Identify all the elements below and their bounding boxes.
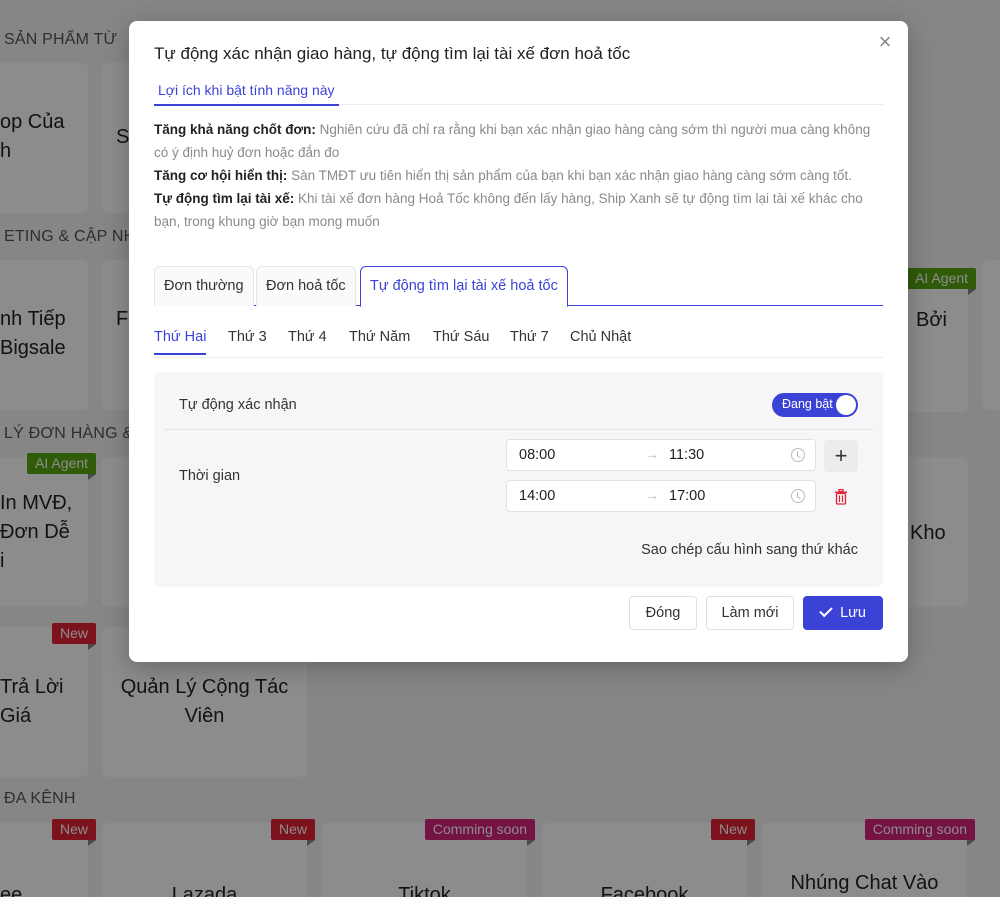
benefit-tab-bar: Lợi ích khi bật tính năng này bbox=[154, 79, 883, 106]
clock-icon bbox=[791, 448, 805, 462]
tab-auto-find-driver[interactable]: Tự động tìm lại tài xế hoả tốc bbox=[360, 266, 568, 307]
auto-confirm-label: Tự động xác nhận bbox=[179, 397, 297, 413]
modal-title: Tự động xác nhận giao hàng, tự động tìm … bbox=[154, 44, 631, 63]
save-button[interactable]: Lưu bbox=[803, 596, 883, 630]
benefit-label: Tự động tìm lại tài xế: bbox=[154, 191, 295, 206]
arrow-right-icon: → bbox=[645, 487, 659, 503]
close-button[interactable]: Đóng bbox=[629, 596, 697, 630]
check-icon bbox=[819, 603, 833, 618]
time-range-picker[interactable]: 14:00 → 17:00 bbox=[506, 480, 816, 512]
schedule-panel: Tự động xác nhận Đang bật Thời gian 08:0… bbox=[154, 372, 883, 587]
tab-benefits[interactable]: Lợi ích khi bật tính năng này bbox=[154, 79, 339, 106]
tab-sunday[interactable]: Chủ Nhật bbox=[570, 329, 631, 353]
benefit-label: Tăng khả năng chốt đơn: bbox=[154, 122, 316, 137]
settings-modal: Tự động xác nhận giao hàng, tự động tìm … bbox=[129, 21, 908, 662]
tab-express-order[interactable]: Đơn hoả tốc bbox=[256, 266, 356, 306]
time-range-picker[interactable]: 08:00 → 11:30 bbox=[506, 439, 816, 471]
tab-monday[interactable]: Thứ Hai bbox=[154, 329, 207, 355]
toggle-label: Đang bật bbox=[782, 397, 833, 411]
tab-thursday[interactable]: Thứ Năm bbox=[349, 329, 410, 353]
copy-config-link[interactable]: Sao chép cấu hình sang thứ khác bbox=[641, 542, 858, 558]
tab-wednesday[interactable]: Thứ 4 bbox=[288, 329, 327, 353]
weekday-tabs: Thứ Hai Thứ 3 Thứ 4 Thứ Năm Thứ Sáu Thứ … bbox=[154, 322, 883, 358]
tab-friday[interactable]: Thứ Sáu bbox=[433, 329, 489, 353]
benefit-item: Tăng cơ hội hiển thị: Sàn TMĐT ưu tiên h… bbox=[154, 164, 879, 187]
benefit-text: Sàn TMĐT ưu tiên hiển thị sản phẩm của b… bbox=[287, 168, 852, 183]
divider bbox=[164, 429, 873, 430]
auto-confirm-toggle[interactable]: Đang bật bbox=[772, 393, 858, 417]
close-icon[interactable]: × bbox=[876, 31, 894, 53]
end-time[interactable]: 11:30 bbox=[669, 447, 704, 463]
benefit-item: Tăng khả năng chốt đơn: Nghiên cứu đã ch… bbox=[154, 118, 879, 164]
trash-icon[interactable] bbox=[834, 489, 848, 505]
tab-normal-order[interactable]: Đơn thường bbox=[154, 266, 254, 306]
end-time[interactable]: 17:00 bbox=[669, 488, 705, 504]
tab-tuesday[interactable]: Thứ 3 bbox=[228, 329, 267, 353]
tab-saturday[interactable]: Thứ 7 bbox=[510, 329, 549, 353]
clock-icon bbox=[791, 489, 805, 503]
toggle-knob bbox=[836, 395, 856, 415]
save-label: Lưu bbox=[840, 605, 866, 621]
start-time[interactable]: 08:00 bbox=[519, 447, 555, 463]
time-label: Thời gian bbox=[179, 468, 241, 484]
start-time[interactable]: 14:00 bbox=[519, 488, 555, 504]
order-type-tabs: Đơn thường Đơn hoả tốc Tự động tìm lại t… bbox=[154, 266, 883, 307]
benefits-list: Tăng khả năng chốt đơn: Nghiên cứu đã ch… bbox=[154, 118, 879, 233]
refresh-button[interactable]: Làm mới bbox=[706, 596, 794, 630]
add-time-range-button[interactable]: + bbox=[824, 440, 858, 472]
arrow-right-icon: → bbox=[645, 446, 659, 462]
benefit-label: Tăng cơ hội hiển thị: bbox=[154, 168, 288, 183]
benefit-item: Tự động tìm lại tài xế: Khi tài xế đơn h… bbox=[154, 187, 879, 233]
